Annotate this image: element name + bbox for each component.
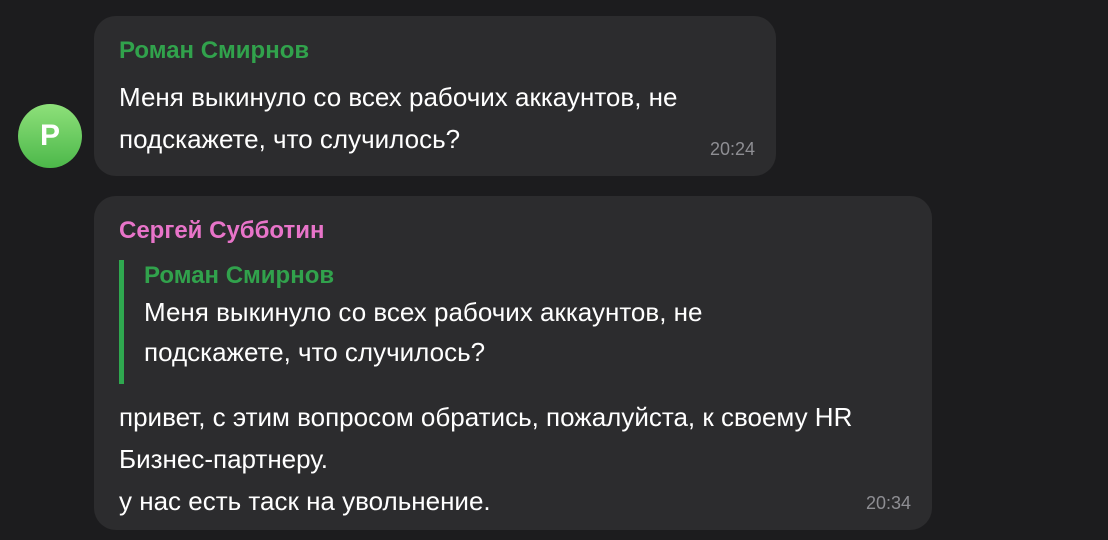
message-time: 20:24: [709, 139, 755, 159]
chat-view: Р Роман Смирнов Меня выкинуло со всех ра…: [0, 0, 1108, 540]
avatar-letter: Р: [39, 119, 60, 152]
message-bubble[interactable]: Роман Смирнов Меня выкинуло со всех рабо…: [94, 16, 776, 176]
quoted-message[interactable]: Роман Смирнов Меня выкинуло со всех рабо…: [119, 260, 907, 384]
reply-body: привет, с этим вопросом обратись, пожалу…: [119, 396, 909, 522]
sender-name[interactable]: Сергей Субботин: [119, 216, 907, 246]
message-text: Меня выкинуло со всех рабочих аккаунтов,…: [119, 82, 678, 154]
quoted-text: Меня выкинуло со всех рабочих аккаунтов,…: [144, 297, 703, 367]
quoted-sender-name: Роман Смирнов: [144, 262, 335, 289]
message-time: 20:34: [865, 493, 911, 513]
message-text-line: привет, с этим вопросом обратись, пожалу…: [119, 402, 853, 474]
message-bubble-reply[interactable]: Сергей Субботин Роман Смирнов Меня выкин…: [94, 196, 932, 530]
sender-name[interactable]: Роман Смирнов: [119, 36, 751, 66]
message-text-line: у нас есть таск на увольнение.: [119, 486, 491, 516]
avatar[interactable]: Р: [18, 104, 82, 168]
